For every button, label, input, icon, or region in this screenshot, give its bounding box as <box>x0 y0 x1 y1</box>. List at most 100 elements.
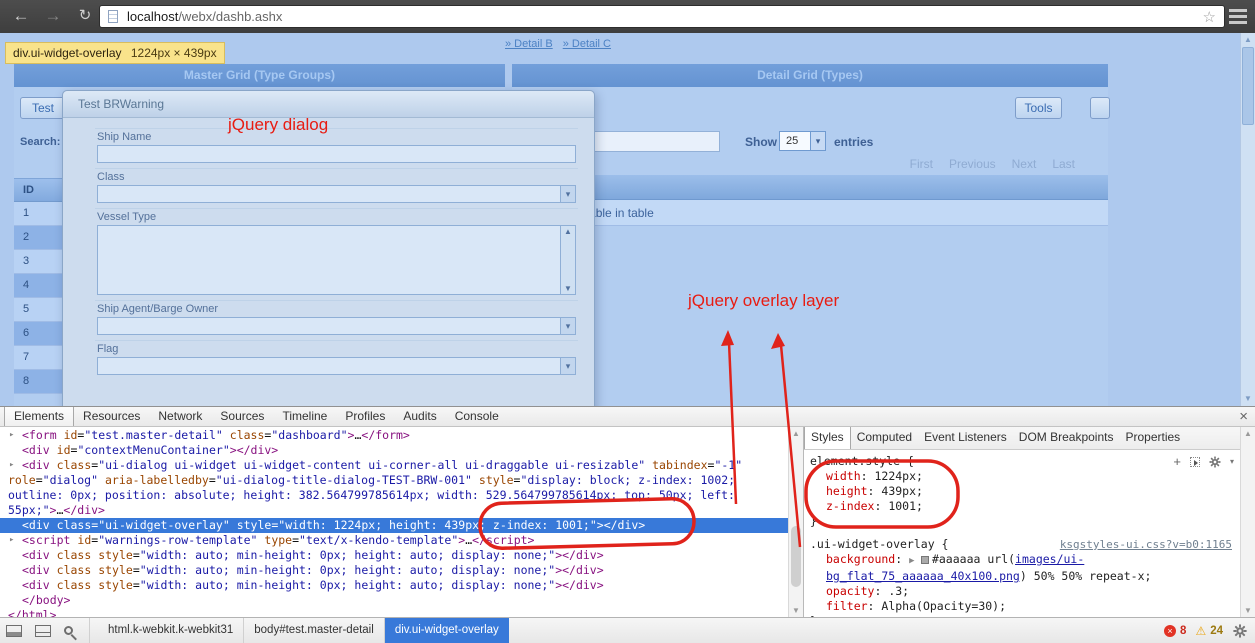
flag-select[interactable]: ▾ <box>97 357 576 375</box>
devtools-tab-profiles[interactable]: Profiles <box>336 407 394 426</box>
settings-gear-icon[interactable] <box>1233 624 1247 638</box>
dropdown-arrow-icon[interactable]: ▾ <box>560 318 575 334</box>
dom-line[interactable]: </body> <box>0 593 788 608</box>
element-state-icon[interactable] <box>1189 456 1200 467</box>
style-property[interactable]: background: ▶ #aaaaaa url(images/ui- bg_… <box>810 552 1234 584</box>
dom-line[interactable]: outline: 0px; position: absolute; height… <box>0 488 788 503</box>
styles-tab-styles[interactable]: Styles <box>804 427 851 449</box>
warning-count[interactable]: 24 <box>1210 625 1223 637</box>
styles-tab-computed[interactable]: Computed <box>851 427 918 449</box>
ship-name-input[interactable] <box>97 145 576 163</box>
devtools-close-icon[interactable]: × <box>1239 407 1248 426</box>
styles-tab-properties[interactable]: Properties <box>1119 427 1186 449</box>
pager-first[interactable]: First <box>910 157 933 171</box>
url-link[interactable]: bg_flat_75_aaaaaa_40x100.png <box>826 569 1020 583</box>
scroll-down-icon[interactable]: ▼ <box>1241 392 1255 406</box>
dom-line[interactable]: 55px;">…</div> <box>0 503 788 518</box>
gear-dropdown-arrow-icon[interactable]: ▾ <box>1230 457 1234 466</box>
scroll-up-icon[interactable]: ▲ <box>1241 427 1255 440</box>
expand-arrow-icon[interactable]: ▸ <box>9 533 14 548</box>
page-scrollbar[interactable]: ▲ ▼ <box>1240 33 1255 406</box>
styles-tab-event-listeners[interactable]: Event Listeners <box>918 427 1013 449</box>
chrome-menu-icon[interactable] <box>1229 9 1247 24</box>
elements-scrollbar[interactable]: ▲ ▼ <box>788 427 803 617</box>
breadcrumb-body-test-master-detail[interactable]: body#test.master-detail <box>244 618 385 643</box>
ship-agent-barge-owner-select[interactable]: ▾ <box>97 317 576 335</box>
dock-icon[interactable] <box>6 624 22 637</box>
scroll-down-icon[interactable]: ▼ <box>561 284 575 293</box>
devtools-tab-resources[interactable]: Resources <box>74 407 149 426</box>
detail-link-detail-b[interactable]: » Detail B <box>505 38 553 50</box>
pager-next[interactable]: Next <box>1012 157 1037 171</box>
expand-arrow-icon[interactable]: ▶ <box>909 556 920 566</box>
address-bar[interactable]: localhost/webx/dashb.ashx ☆ <box>99 5 1225 28</box>
devtools-tab-console[interactable]: Console <box>446 407 508 426</box>
column-header-id: ID <box>23 184 34 196</box>
devtools-tab-timeline[interactable]: Timeline <box>273 407 336 426</box>
dropdown-arrow-icon[interactable]: ▾ <box>560 358 575 374</box>
scrollbar-thumb[interactable] <box>1242 47 1254 125</box>
bookmark-star-icon[interactable]: ☆ <box>1203 8 1216 26</box>
page-size-select[interactable]: 25 ▾ <box>779 131 826 151</box>
error-count[interactable]: 8 <box>1180 625 1186 637</box>
devtools-tab-audits[interactable]: Audits <box>394 407 445 426</box>
breadcrumb-div-ui-widget-overlay[interactable]: div.ui-widget-overlay <box>384 618 509 643</box>
dropdown-arrow-icon[interactable]: ▾ <box>810 132 825 150</box>
dom-line[interactable]: <div class style="width: auto; min-heigh… <box>0 548 788 563</box>
scroll-down-icon[interactable]: ▼ <box>789 604 803 617</box>
stylesheet-link[interactable]: ksgstyles-ui.css?v=b0:1165 <box>1060 537 1232 552</box>
dom-line[interactable]: ▸ <form id="test.master-detail" class="da… <box>0 428 788 443</box>
url-link[interactable]: images/ui- <box>1015 552 1084 566</box>
test-button[interactable]: Test <box>20 97 66 119</box>
devtools-tab-elements[interactable]: Elements <box>4 407 75 426</box>
devtools-tab-sources[interactable]: Sources <box>211 407 273 426</box>
detail-link-detail-c[interactable]: » Detail C <box>563 38 611 50</box>
back-button[interactable]: ← <box>8 0 34 33</box>
expand-arrow-icon[interactable]: ▸ <box>9 428 14 443</box>
expand-arrow-icon[interactable]: ▸ <box>9 458 14 473</box>
styles-gear-icon[interactable] <box>1209 455 1221 468</box>
scroll-up-icon[interactable]: ▲ <box>561 227 575 236</box>
style-property[interactable]: opacity: .3; <box>810 584 1234 599</box>
dom-line[interactable]: </html> <box>0 608 788 617</box>
devtools-tab-network[interactable]: Network <box>149 407 211 426</box>
style-property[interactable]: filter: Alpha(Opacity=30); <box>810 599 1234 614</box>
warning-triangle-icon[interactable]: ⚠ <box>1195 624 1206 638</box>
rule-selector-line[interactable]: element.style { <box>810 454 1234 469</box>
dialog-titlebar[interactable]: Test BRWarning <box>63 91 594 118</box>
detail-extra-button[interactable] <box>1090 97 1110 119</box>
error-badge-icon[interactable]: × <box>1164 624 1177 637</box>
scroll-up-icon[interactable]: ▲ <box>1241 33 1255 47</box>
class-select[interactable]: ▾ <box>97 185 576 203</box>
scrollbar-thumb[interactable] <box>791 525 801 587</box>
dom-line[interactable]: ▸ <div class="ui-dialog ui-widget ui-widg… <box>0 458 788 473</box>
inspect-magnifier-icon[interactable] <box>64 626 73 635</box>
pager-last[interactable]: Last <box>1052 157 1075 171</box>
style-property[interactable]: height: 439px; <box>810 484 1234 499</box>
elements-tree[interactable]: ▸ <form id = "test.master-detail" class = "da… <box>0 427 788 617</box>
forward-button[interactable]: → <box>40 0 66 33</box>
dom-line[interactable]: ▸ <script id = "warnings-row-template" type… <box>0 533 788 548</box>
new-style-rule-icon[interactable]: + <box>1173 454 1181 469</box>
styles-tab-dom-breakpoints[interactable]: DOM Breakpoints <box>1013 427 1120 449</box>
reload-button[interactable]: ↻ <box>72 0 98 33</box>
dom-line[interactable]: <div class="ui-widget-overlay" style="wi… <box>0 518 788 533</box>
dom-line[interactable]: <div id="contextMenuContainer"></div> <box>0 443 788 458</box>
dom-line[interactable]: <div class style="width: auto; min-heigh… <box>0 578 788 593</box>
breadcrumb-html-k-webkit-k-webkit31[interactable]: html.k-webkit.k-webkit31 <box>98 618 245 643</box>
code-token: "ui-dialog ui-widget ui-widget-content u… <box>98 458 646 472</box>
console-drawer-icon[interactable] <box>35 624 51 637</box>
dom-line[interactable]: role="dialog" aria-labelledby="ui-dialog… <box>0 473 788 488</box>
listbox-scrollbar[interactable]: ▲ ▼ <box>560 226 575 294</box>
style-property[interactable]: width: 1224px; <box>810 469 1234 484</box>
tools-button[interactable]: Tools <box>1015 97 1062 119</box>
vessel-type-listbox[interactable]: ▲ ▼ <box>97 225 576 295</box>
style-property[interactable]: z-index: 1001; <box>810 499 1234 514</box>
dropdown-arrow-icon[interactable]: ▾ <box>560 186 575 202</box>
pager-previous[interactable]: Previous <box>949 157 996 171</box>
rule-selector-line[interactable]: .ui-widget-overlay {ksgstyles-ui.css?v=b… <box>810 537 1234 552</box>
dom-line[interactable]: <div class style="width: auto; min-heigh… <box>0 563 788 578</box>
scroll-down-icon[interactable]: ▼ <box>1241 604 1255 617</box>
styles-scrollbar[interactable]: ▲ ▼ <box>1240 427 1255 617</box>
scroll-up-icon[interactable]: ▲ <box>789 427 803 440</box>
